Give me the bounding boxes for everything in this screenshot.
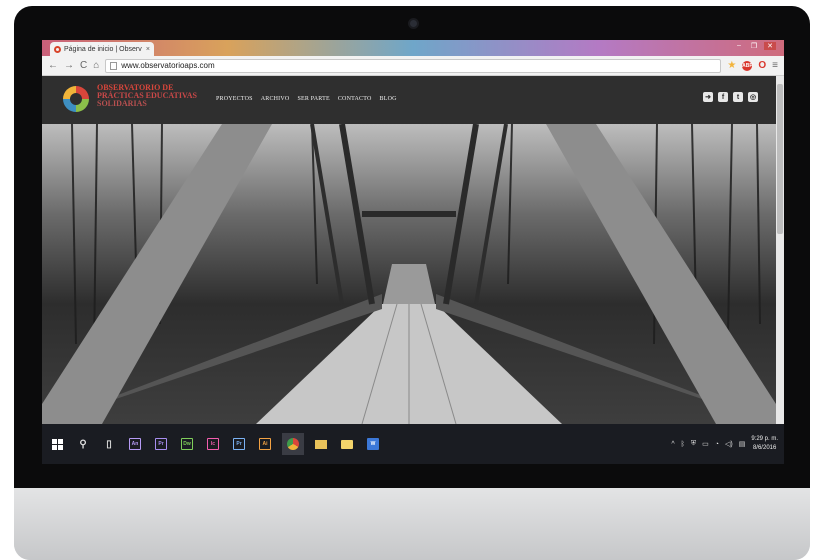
logo-icon[interactable] [63,86,89,112]
premiere-pro-app-icon[interactable]: Pr [230,435,248,453]
monitor: Página de inicio | Observ × – ❐ ✕ ← → C … [14,6,810,560]
bookmark-star-icon[interactable]: ★ [727,60,736,71]
social-icons: ➜ f t ◎ [703,92,758,102]
scrollbar-thumb[interactable] [777,84,783,234]
system-tray: ^ ᛒ ⛨ ▭ ◔ ◁) ▤ 9:29 p. m. 8/6/2016 [671,435,778,453]
extension-icons: ★ ABP O ≡ [727,60,778,71]
nav-proyectos[interactable]: PROYECTOS [216,96,253,102]
page-icon [110,61,118,70]
webcam [410,20,417,27]
clock-date: 8/6/2016 [752,445,777,451]
url-text: www.observatorioaps.com [121,61,215,70]
monitor-bezel: Página de inicio | Observ × – ❐ ✕ ← → C … [14,6,810,488]
volume-icon[interactable]: ◁) [725,440,733,448]
security-icon[interactable]: ⛨ [691,440,696,448]
bridge-illustration [42,124,776,424]
search-icon[interactable]: ⚲ [74,435,92,453]
minimize-button[interactable]: – [734,42,744,50]
incopy-app-icon[interactable]: Ic [204,435,222,453]
maximize-button[interactable]: ❐ [748,42,760,50]
nav-archivo[interactable]: ARCHIVO [261,96,290,102]
site-header: OBSERVATORIO DE PRÁCTICAS EDUCATIVAS SOL… [42,76,776,124]
menu-icon[interactable]: ≡ [772,60,778,71]
folder-app-icon[interactable] [338,435,356,453]
hero-bridge-image [42,124,776,424]
twitter-icon[interactable]: t [733,92,743,102]
taskbar-clock[interactable]: 9:29 p. m. 8/6/2016 [751,435,778,453]
window-controls: – ❐ ✕ [734,42,776,50]
premiere-app-icon[interactable]: Pr [152,435,170,453]
notifications-icon[interactable]: ▤ [739,440,746,448]
logo-line-3: SOLIDARIAS [97,99,147,108]
monitor-chin [14,488,810,560]
nav-contacto[interactable]: CONTACTO [338,96,372,102]
tab-close-icon[interactable]: × [146,46,150,53]
back-button[interactable]: ← [48,60,58,71]
illustrator-app-icon[interactable]: Ai [256,435,274,453]
explorer-app-icon[interactable] [312,435,330,453]
website: OBSERVATORIO DE PRÁCTICAS EDUCATIVAS SOL… [42,76,784,424]
address-bar[interactable]: www.observatorioaps.com [105,58,722,73]
word-app-icon[interactable]: W [364,435,382,453]
bluetooth-icon[interactable]: ᛒ [681,441,685,448]
windows-taskbar: ⚲ ▯ An Pr Dw Ic Pr Ai W ^ ᛒ ⛨ ▭ ◔ ◁) ▤ 9… [42,424,784,464]
opera-icon[interactable]: O [758,60,766,71]
browser-toolbar: ← → C ⌂ www.observatorioaps.com ★ ABP O … [42,56,784,76]
forward-button[interactable]: → [64,60,74,71]
facebook-icon[interactable]: f [718,92,728,102]
network-icon[interactable]: ▭ [702,440,709,448]
dreamweaver-app-icon[interactable]: Dw [178,435,196,453]
adblock-icon[interactable]: ABP [742,60,753,71]
screen: Página de inicio | Observ × – ❐ ✕ ← → C … [42,40,784,464]
page-scrollbar[interactable] [776,76,784,424]
browser-tab[interactable]: Página de inicio | Observ × [50,42,154,56]
chrome-app-icon[interactable] [282,433,304,455]
nav-ser-parte[interactable]: SER PARTE [297,96,329,102]
nav-blog[interactable]: BLOG [380,96,397,102]
login-icon[interactable]: ➜ [703,92,713,102]
site-nav: PROYECTOS ARCHIVO SER PARTE CONTACTO BLO… [216,96,397,102]
windows-logo-icon [51,438,63,450]
start-button[interactable] [48,435,66,453]
task-view-icon[interactable]: ▯ [100,435,118,453]
tab-title: Página de inicio | Observ [64,45,142,53]
site-logo-text[interactable]: OBSERVATORIO DE PRÁCTICAS EDUCATIVAS SOL… [97,84,197,108]
browser-tab-strip: Página de inicio | Observ × – ❐ ✕ [42,40,784,56]
clock-time: 9:29 p. m. [751,436,778,442]
home-button[interactable]: ⌂ [93,60,99,71]
instagram-icon[interactable]: ◎ [748,92,758,102]
favicon-icon [54,45,61,53]
animate-app-icon[interactable]: An [126,435,144,453]
tray-chevron-icon[interactable]: ^ [671,441,674,448]
wifi-icon[interactable]: ◔ [715,441,719,448]
close-window-button[interactable]: ✕ [764,42,776,50]
reload-button[interactable]: C [80,60,87,71]
